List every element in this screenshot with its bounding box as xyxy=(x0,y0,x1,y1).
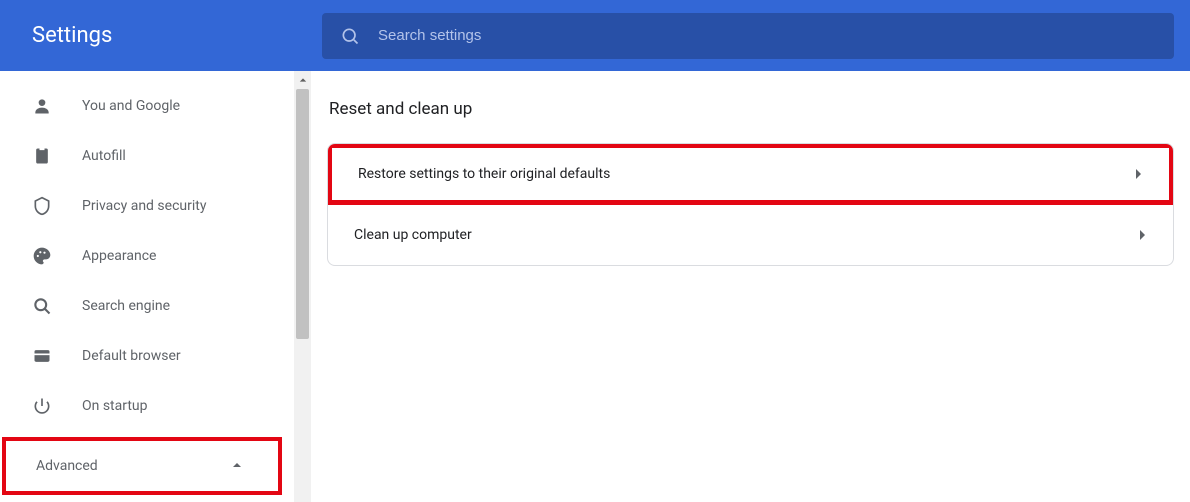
person-icon xyxy=(30,96,54,116)
sidebar-item-default-browser[interactable]: Default browser xyxy=(0,331,294,381)
search-box[interactable] xyxy=(322,13,1174,59)
content: Reset and clean up Restore settings to t… xyxy=(311,71,1190,502)
sidebar-item-label: You and Google xyxy=(82,98,180,114)
header: Settings xyxy=(0,0,1190,71)
row-label: Clean up computer xyxy=(354,227,472,243)
sidebar-advanced-toggle[interactable]: Advanced xyxy=(6,441,278,491)
sidebar: You and Google Autofill Privacy and secu… xyxy=(0,71,294,502)
sidebar-item-you-and-google[interactable]: You and Google xyxy=(0,81,294,131)
sidebar-item-privacy[interactable]: Privacy and security xyxy=(0,181,294,231)
page-title: Settings xyxy=(0,23,322,48)
search-input[interactable] xyxy=(378,27,1156,44)
sidebar-item-label: Autofill xyxy=(82,148,126,164)
palette-icon xyxy=(30,246,54,266)
chevron-up-icon xyxy=(232,458,242,474)
highlight-restore: Restore settings to their original defau… xyxy=(327,143,1174,205)
sidebar-item-label: Default browser xyxy=(82,348,181,364)
shield-icon xyxy=(30,196,54,216)
sidebar-item-label: Appearance xyxy=(82,248,156,264)
row-restore-settings[interactable]: Restore settings to their original defau… xyxy=(332,148,1169,200)
search-icon xyxy=(30,296,54,316)
clipboard-icon xyxy=(30,146,54,166)
sidebar-item-search-engine[interactable]: Search engine xyxy=(0,281,294,331)
chevron-right-icon xyxy=(1139,229,1147,241)
row-clean-up-computer[interactable]: Clean up computer xyxy=(328,205,1173,265)
sidebar-scrollbar[interactable] xyxy=(294,71,311,502)
sidebar-item-label: Privacy and security xyxy=(82,198,206,214)
search-icon xyxy=(340,26,360,46)
scrollbar-thumb[interactable] xyxy=(296,89,309,339)
section-title: Reset and clean up xyxy=(327,99,1174,119)
sidebar-item-label: Search engine xyxy=(82,298,170,314)
chevron-right-icon xyxy=(1135,168,1143,180)
sidebar-item-on-startup[interactable]: On startup xyxy=(0,381,294,431)
sidebar-item-autofill[interactable]: Autofill xyxy=(0,131,294,181)
row-label: Restore settings to their original defau… xyxy=(358,166,610,182)
settings-card: Restore settings to their original defau… xyxy=(327,143,1174,266)
power-icon xyxy=(30,396,54,416)
highlight-advanced: Advanced xyxy=(2,437,282,495)
sidebar-advanced-label: Advanced xyxy=(36,458,98,474)
scroll-up-icon[interactable] xyxy=(294,71,311,88)
browser-icon xyxy=(30,346,54,366)
sidebar-item-label: On startup xyxy=(82,398,148,414)
sidebar-item-appearance[interactable]: Appearance xyxy=(0,231,294,281)
